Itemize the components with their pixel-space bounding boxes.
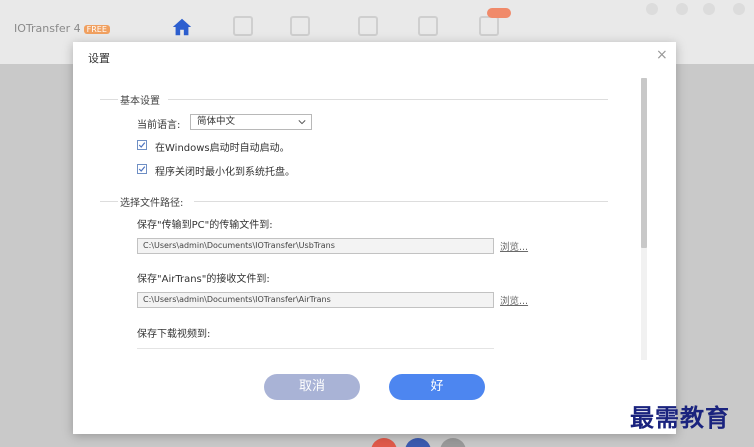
home-icon[interactable] <box>171 16 192 36</box>
close-icon[interactable]: × <box>656 47 668 63</box>
usb-trans-path-input[interactable]: C:\Users\admin\Documents\IOTransfer\UsbT… <box>137 238 494 254</box>
cancel-button[interactable]: 取消 <box>264 374 360 400</box>
minimize-to-tray-checkbox[interactable] <box>137 164 147 174</box>
language-select-value: 简体中文 <box>197 116 236 127</box>
basic-settings-section: 基本设置 <box>100 92 608 107</box>
language-select[interactable]: 简体中文 <box>190 114 312 130</box>
notification-badge <box>487 8 511 18</box>
autostart-label: 在Windows启动时自动启动。 <box>155 143 290 154</box>
file-path-section: 选择文件路径: <box>100 194 608 209</box>
transfer-icon[interactable] <box>233 16 253 36</box>
restore-window-icon[interactable] <box>676 3 688 15</box>
minimize-window-icon[interactable] <box>646 3 658 15</box>
app-logo-text: IOTransfer 4 <box>14 22 81 35</box>
settings-dialog: 设置 × 基本设置 当前语言: 简体中文 在Windows启动时自动启动。 程序… <box>73 42 676 434</box>
autostart-checkbox[interactable] <box>137 140 147 150</box>
dialog-title: 设置 <box>88 52 110 65</box>
video-path-input[interactable] <box>137 348 494 349</box>
settings-window-icon[interactable] <box>733 3 745 15</box>
tools-icon[interactable] <box>290 16 310 36</box>
minimize-to-tray-label: 程序关闭时最小化到系统托盘。 <box>155 167 295 178</box>
section-title-paths: 选择文件路径: <box>118 194 186 209</box>
close-window-icon[interactable] <box>703 3 715 15</box>
section-title-basic: 基本设置 <box>118 92 162 107</box>
checkmark-icon <box>138 142 146 148</box>
gift-icon[interactable] <box>479 16 499 36</box>
download-icon[interactable] <box>358 16 378 36</box>
device-icon[interactable] <box>418 16 438 36</box>
airtrans-browse-link[interactable]: 浏览... <box>500 293 528 307</box>
chevron-down-icon <box>298 120 306 125</box>
scrollbar-thumb[interactable] <box>641 78 647 248</box>
ok-button[interactable]: 好 <box>389 374 485 400</box>
checkmark-icon <box>138 166 146 172</box>
airtrans-path-label: 保存"AirTrans"的接收文件到: <box>137 274 270 285</box>
airtrans-path-input[interactable]: C:\Users\admin\Documents\IOTransfer\AirT… <box>137 292 494 308</box>
app-logo: IOTransfer 4 FREE <box>14 22 110 35</box>
watermark-logo: 最需教育 <box>630 403 730 432</box>
usb-trans-path-label: 保存"传输到PC"的传输文件到: <box>137 220 273 231</box>
app-logo-badge: FREE <box>83 25 110 34</box>
language-label: 当前语言: <box>137 120 181 131</box>
video-path-label: 保存下载视频到: <box>137 329 211 340</box>
usb-trans-browse-link[interactable]: 浏览... <box>500 239 528 253</box>
